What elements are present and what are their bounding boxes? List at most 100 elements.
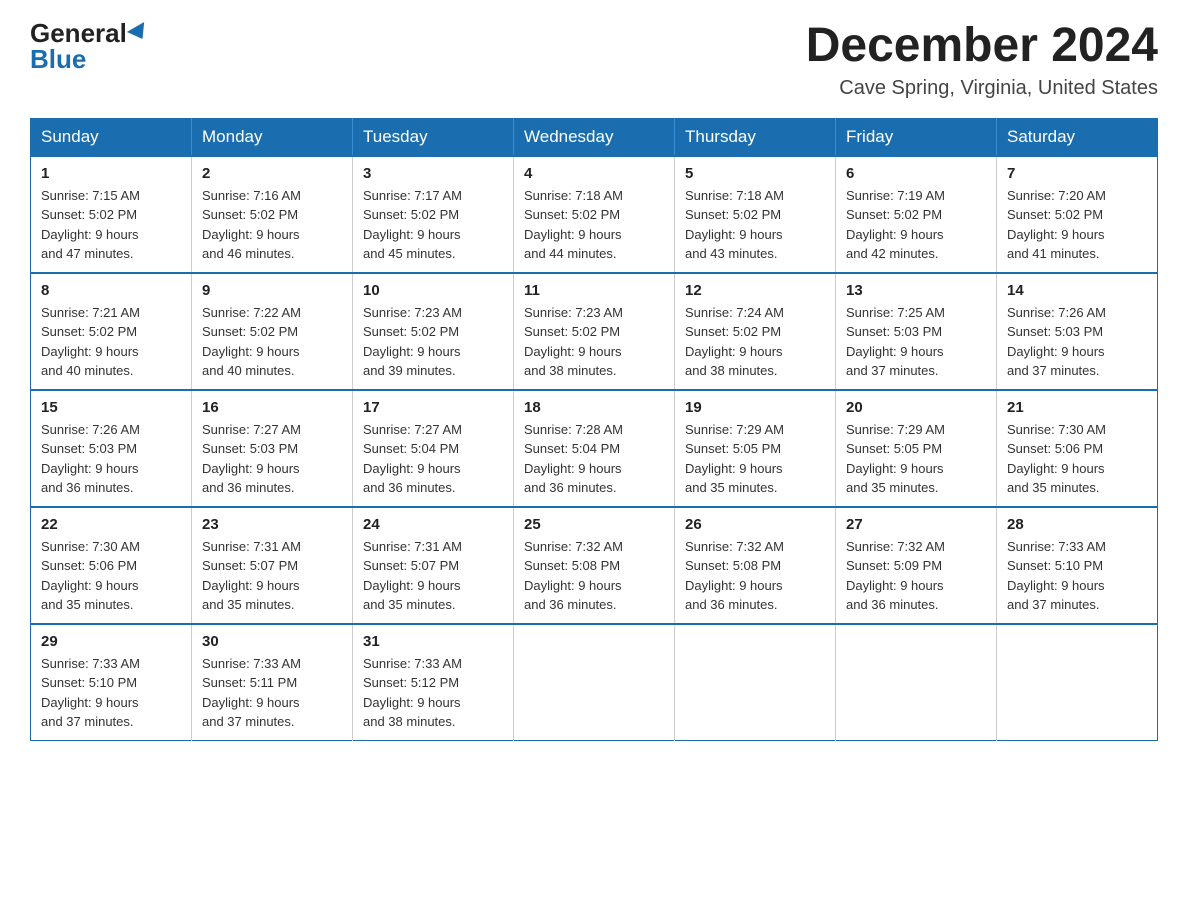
calendar-week-row: 8 Sunrise: 7:21 AMSunset: 5:02 PMDayligh… <box>31 273 1158 390</box>
calendar-day-cell: 29 Sunrise: 7:33 AMSunset: 5:10 PMDaylig… <box>31 624 192 741</box>
day-info: Sunrise: 7:28 AMSunset: 5:04 PMDaylight:… <box>524 422 623 496</box>
day-info: Sunrise: 7:33 AMSunset: 5:12 PMDaylight:… <box>363 656 462 730</box>
day-info: Sunrise: 7:30 AMSunset: 5:06 PMDaylight:… <box>41 539 140 613</box>
day-number: 2 <box>202 165 342 182</box>
day-number: 15 <box>41 399 181 416</box>
day-info: Sunrise: 7:20 AMSunset: 5:02 PMDaylight:… <box>1007 188 1106 262</box>
calendar-empty-cell <box>514 624 675 741</box>
day-info: Sunrise: 7:21 AMSunset: 5:02 PMDaylight:… <box>41 305 140 379</box>
day-number: 18 <box>524 399 664 416</box>
day-number: 13 <box>846 282 986 299</box>
calendar-day-cell: 15 Sunrise: 7:26 AMSunset: 5:03 PMDaylig… <box>31 390 192 507</box>
calendar-week-row: 29 Sunrise: 7:33 AMSunset: 5:10 PMDaylig… <box>31 624 1158 741</box>
day-number: 17 <box>363 399 503 416</box>
day-number: 27 <box>846 516 986 533</box>
month-title: December 2024 <box>806 20 1158 73</box>
day-info: Sunrise: 7:18 AMSunset: 5:02 PMDaylight:… <box>524 188 623 262</box>
day-number: 21 <box>1007 399 1147 416</box>
day-info: Sunrise: 7:31 AMSunset: 5:07 PMDaylight:… <box>363 539 462 613</box>
day-info: Sunrise: 7:26 AMSunset: 5:03 PMDaylight:… <box>1007 305 1106 379</box>
day-number: 5 <box>685 165 825 182</box>
day-info: Sunrise: 7:27 AMSunset: 5:03 PMDaylight:… <box>202 422 301 496</box>
calendar-day-cell: 7 Sunrise: 7:20 AMSunset: 5:02 PMDayligh… <box>997 156 1158 273</box>
calendar-day-cell: 20 Sunrise: 7:29 AMSunset: 5:05 PMDaylig… <box>836 390 997 507</box>
day-info: Sunrise: 7:17 AMSunset: 5:02 PMDaylight:… <box>363 188 462 262</box>
day-info: Sunrise: 7:33 AMSunset: 5:11 PMDaylight:… <box>202 656 301 730</box>
day-number: 6 <box>846 165 986 182</box>
calendar-day-cell: 26 Sunrise: 7:32 AMSunset: 5:08 PMDaylig… <box>675 507 836 624</box>
day-info: Sunrise: 7:15 AMSunset: 5:02 PMDaylight:… <box>41 188 140 262</box>
day-number: 11 <box>524 282 664 299</box>
day-info: Sunrise: 7:23 AMSunset: 5:02 PMDaylight:… <box>363 305 462 379</box>
calendar-day-cell: 17 Sunrise: 7:27 AMSunset: 5:04 PMDaylig… <box>353 390 514 507</box>
day-info: Sunrise: 7:24 AMSunset: 5:02 PMDaylight:… <box>685 305 784 379</box>
weekday-header-wednesday: Wednesday <box>514 118 675 156</box>
calendar-day-cell: 28 Sunrise: 7:33 AMSunset: 5:10 PMDaylig… <box>997 507 1158 624</box>
day-number: 20 <box>846 399 986 416</box>
calendar-week-row: 22 Sunrise: 7:30 AMSunset: 5:06 PMDaylig… <box>31 507 1158 624</box>
title-block: December 2024 Cave Spring, Virginia, Uni… <box>806 20 1158 100</box>
calendar-table: SundayMondayTuesdayWednesdayThursdayFrid… <box>30 118 1158 741</box>
calendar-day-cell: 2 Sunrise: 7:16 AMSunset: 5:02 PMDayligh… <box>192 156 353 273</box>
day-info: Sunrise: 7:30 AMSunset: 5:06 PMDaylight:… <box>1007 422 1106 496</box>
calendar-header-row: SundayMondayTuesdayWednesdayThursdayFrid… <box>31 118 1158 156</box>
logo-arrow-icon <box>127 22 151 44</box>
calendar-day-cell: 25 Sunrise: 7:32 AMSunset: 5:08 PMDaylig… <box>514 507 675 624</box>
calendar-day-cell: 6 Sunrise: 7:19 AMSunset: 5:02 PMDayligh… <box>836 156 997 273</box>
day-number: 29 <box>41 633 181 650</box>
weekday-header-saturday: Saturday <box>997 118 1158 156</box>
weekday-header-monday: Monday <box>192 118 353 156</box>
calendar-week-row: 15 Sunrise: 7:26 AMSunset: 5:03 PMDaylig… <box>31 390 1158 507</box>
logo: General Blue <box>30 20 149 72</box>
logo-blue-text: Blue <box>30 46 86 72</box>
day-number: 10 <box>363 282 503 299</box>
calendar-day-cell: 27 Sunrise: 7:32 AMSunset: 5:09 PMDaylig… <box>836 507 997 624</box>
day-info: Sunrise: 7:27 AMSunset: 5:04 PMDaylight:… <box>363 422 462 496</box>
calendar-day-cell: 18 Sunrise: 7:28 AMSunset: 5:04 PMDaylig… <box>514 390 675 507</box>
day-info: Sunrise: 7:33 AMSunset: 5:10 PMDaylight:… <box>41 656 140 730</box>
calendar-empty-cell <box>675 624 836 741</box>
day-number: 7 <box>1007 165 1147 182</box>
day-info: Sunrise: 7:32 AMSunset: 5:09 PMDaylight:… <box>846 539 945 613</box>
day-number: 1 <box>41 165 181 182</box>
calendar-day-cell: 8 Sunrise: 7:21 AMSunset: 5:02 PMDayligh… <box>31 273 192 390</box>
calendar-week-row: 1 Sunrise: 7:15 AMSunset: 5:02 PMDayligh… <box>31 156 1158 273</box>
day-number: 4 <box>524 165 664 182</box>
day-number: 28 <box>1007 516 1147 533</box>
day-info: Sunrise: 7:25 AMSunset: 5:03 PMDaylight:… <box>846 305 945 379</box>
day-info: Sunrise: 7:32 AMSunset: 5:08 PMDaylight:… <box>685 539 784 613</box>
calendar-day-cell: 1 Sunrise: 7:15 AMSunset: 5:02 PMDayligh… <box>31 156 192 273</box>
calendar-day-cell: 22 Sunrise: 7:30 AMSunset: 5:06 PMDaylig… <box>31 507 192 624</box>
day-number: 12 <box>685 282 825 299</box>
calendar-day-cell: 3 Sunrise: 7:17 AMSunset: 5:02 PMDayligh… <box>353 156 514 273</box>
day-number: 30 <box>202 633 342 650</box>
calendar-day-cell: 21 Sunrise: 7:30 AMSunset: 5:06 PMDaylig… <box>997 390 1158 507</box>
day-info: Sunrise: 7:22 AMSunset: 5:02 PMDaylight:… <box>202 305 301 379</box>
calendar-day-cell: 30 Sunrise: 7:33 AMSunset: 5:11 PMDaylig… <box>192 624 353 741</box>
day-info: Sunrise: 7:16 AMSunset: 5:02 PMDaylight:… <box>202 188 301 262</box>
day-number: 14 <box>1007 282 1147 299</box>
page-header: General Blue December 2024 Cave Spring, … <box>30 20 1158 100</box>
day-info: Sunrise: 7:23 AMSunset: 5:02 PMDaylight:… <box>524 305 623 379</box>
day-number: 9 <box>202 282 342 299</box>
calendar-day-cell: 5 Sunrise: 7:18 AMSunset: 5:02 PMDayligh… <box>675 156 836 273</box>
weekday-header-thursday: Thursday <box>675 118 836 156</box>
day-number: 8 <box>41 282 181 299</box>
calendar-day-cell: 12 Sunrise: 7:24 AMSunset: 5:02 PMDaylig… <box>675 273 836 390</box>
calendar-day-cell: 31 Sunrise: 7:33 AMSunset: 5:12 PMDaylig… <box>353 624 514 741</box>
calendar-day-cell: 13 Sunrise: 7:25 AMSunset: 5:03 PMDaylig… <box>836 273 997 390</box>
calendar-day-cell: 9 Sunrise: 7:22 AMSunset: 5:02 PMDayligh… <box>192 273 353 390</box>
day-number: 24 <box>363 516 503 533</box>
location-subtitle: Cave Spring, Virginia, United States <box>806 77 1158 100</box>
day-info: Sunrise: 7:26 AMSunset: 5:03 PMDaylight:… <box>41 422 140 496</box>
calendar-empty-cell <box>997 624 1158 741</box>
calendar-empty-cell <box>836 624 997 741</box>
day-info: Sunrise: 7:32 AMSunset: 5:08 PMDaylight:… <box>524 539 623 613</box>
day-info: Sunrise: 7:29 AMSunset: 5:05 PMDaylight:… <box>685 422 784 496</box>
day-number: 3 <box>363 165 503 182</box>
day-info: Sunrise: 7:31 AMSunset: 5:07 PMDaylight:… <box>202 539 301 613</box>
day-info: Sunrise: 7:18 AMSunset: 5:02 PMDaylight:… <box>685 188 784 262</box>
day-number: 25 <box>524 516 664 533</box>
calendar-day-cell: 4 Sunrise: 7:18 AMSunset: 5:02 PMDayligh… <box>514 156 675 273</box>
day-number: 16 <box>202 399 342 416</box>
